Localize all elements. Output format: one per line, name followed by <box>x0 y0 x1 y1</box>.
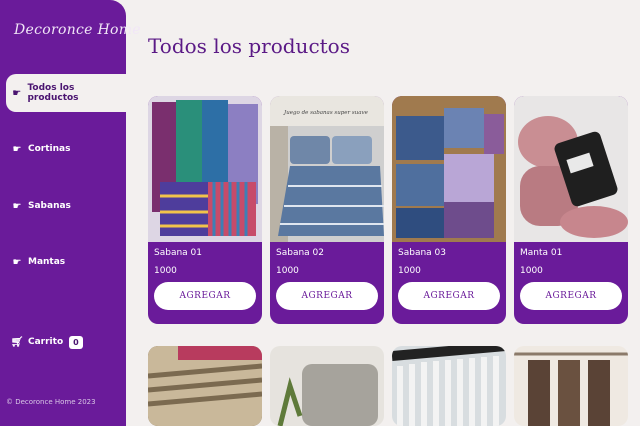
product-name: Sabana 03 <box>398 248 446 258</box>
sidebar-item-label: Cortinas <box>28 144 71 154</box>
product-card: Manta 01 1000 AGREGAR <box>514 96 628 324</box>
product-price: 1000 <box>520 266 543 276</box>
product-image[interactable] <box>392 346 506 426</box>
add-to-cart-button[interactable]: AGREGAR <box>398 282 500 310</box>
hand-pointer-icon: ☛ <box>12 143 22 155</box>
cart-icon: 🛒︎ <box>10 336 24 348</box>
product-image-sabana-01[interactable] <box>148 96 262 242</box>
product-image[interactable] <box>514 346 628 426</box>
product-name: Manta 01 <box>520 248 563 258</box>
sidebar-item-label: Mantas <box>28 257 66 267</box>
product-image-art <box>514 346 628 426</box>
hand-pointer-icon: ☛ <box>12 256 22 268</box>
cart-count-badge: 0 <box>69 335 83 349</box>
sidebar-item-label: Sabanas <box>28 201 71 211</box>
sidebar-item-mantas[interactable]: ☛ Mantas <box>0 243 126 281</box>
add-to-cart-button[interactable]: AGREGAR <box>276 282 378 310</box>
product-image-caption: Juego de sabanas super suave <box>284 110 368 116</box>
hand-pointer-icon: ☛ <box>12 87 22 99</box>
product-image-art <box>148 346 262 426</box>
cart-button[interactable]: 🛒︎ Carrito 0 <box>0 323 126 361</box>
hand-pointer-icon: ☛ <box>12 200 22 212</box>
product-image-art <box>270 346 384 426</box>
sidebar-item-sabanas[interactable]: ☛ Sabanas <box>0 187 126 225</box>
product-image-sabana-03[interactable] <box>392 96 506 242</box>
cart-label: Carrito <box>28 337 64 347</box>
sidebar-item-label: Todos los productos <box>27 83 79 103</box>
add-to-cart-button[interactable]: AGREGAR <box>154 282 256 310</box>
sidebar-item-todos-los-productos[interactable]: ☛ Todos los productos <box>6 74 126 112</box>
product-price: 1000 <box>398 266 421 276</box>
product-name: Sabana 01 <box>154 248 202 258</box>
add-to-cart-button[interactable]: AGREGAR <box>520 282 622 310</box>
product-image-art <box>392 346 506 426</box>
sidebar: Decoronce Home ☛ Todos los productos ☛ C… <box>0 0 141 426</box>
product-card: Juego de sabanas super suave Sabana 02 1… <box>270 96 384 324</box>
page-title: Todos los productos <box>148 34 350 58</box>
product-image-manta-01[interactable] <box>514 96 628 242</box>
product-card: Sabana 01 1000 AGREGAR <box>148 96 262 324</box>
product-card: Sabana 03 1000 AGREGAR <box>392 96 506 324</box>
product-price: 1000 <box>276 266 299 276</box>
product-price: 1000 <box>154 266 177 276</box>
sidebar-item-cortinas[interactable]: ☛ Cortinas <box>0 130 126 168</box>
logo: Decoronce Home <box>14 22 141 38</box>
product-name: Sabana 02 <box>276 248 324 258</box>
product-image[interactable] <box>270 346 384 426</box>
footer-copyright: © Decoronce Home 2023 <box>6 398 96 406</box>
product-image[interactable] <box>148 346 262 426</box>
product-image-sabana-02[interactable] <box>270 96 384 242</box>
